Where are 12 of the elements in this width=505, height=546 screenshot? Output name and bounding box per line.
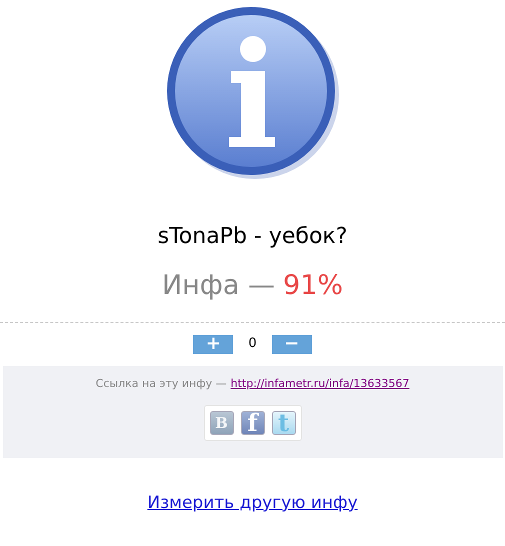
question: sTonaPb - уебок? (158, 223, 348, 250)
twitter-share-button[interactable]: t (272, 411, 296, 436)
vote-count: 0 (248, 335, 257, 354)
result-percent: 91% (283, 268, 344, 302)
share-link[interactable]: http://infametr.ru/infa/13633567 (230, 376, 410, 392)
vk-share-button[interactable]: B (210, 411, 234, 436)
measure-another-link[interactable]: Измерить другую инфу (147, 490, 358, 516)
plus-button[interactable]: + (193, 334, 234, 354)
facebook-share-button[interactable]: f (240, 411, 264, 436)
minus-button[interactable]: − (272, 334, 312, 354)
share-label: Ссылка на эту инфу — (96, 376, 227, 392)
result-label: Инфа — (162, 268, 276, 302)
